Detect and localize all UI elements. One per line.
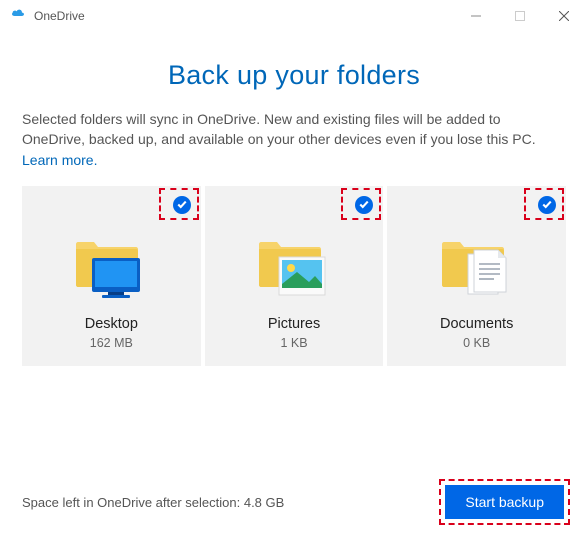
pictures-folder-icon bbox=[251, 228, 337, 302]
footer-bar: Space left in OneDrive after selection: … bbox=[0, 479, 588, 543]
onedrive-cloud-icon bbox=[10, 8, 26, 24]
folder-card-desktop[interactable]: Desktop 162 MB bbox=[22, 186, 201, 366]
desktop-folder-icon bbox=[68, 228, 154, 302]
folder-name: Desktop bbox=[85, 316, 138, 332]
checkmark-icon[interactable] bbox=[173, 196, 191, 214]
folder-name: Pictures bbox=[268, 316, 320, 332]
space-left-value: 4.8 GB bbox=[244, 495, 284, 510]
learn-more-link[interactable]: Learn more. bbox=[22, 152, 97, 168]
folder-card-pictures[interactable]: Pictures 1 KB bbox=[205, 186, 384, 366]
folder-cards: Desktop 162 MB Pictures 1 KB bbox=[22, 186, 566, 366]
description-body: Selected folders will sync in OneDrive. … bbox=[22, 111, 536, 147]
window-maximize-button[interactable] bbox=[498, 1, 542, 31]
window-title: OneDrive bbox=[34, 9, 85, 23]
start-backup-button[interactable]: Start backup bbox=[445, 485, 564, 519]
folder-size: 0 KB bbox=[463, 336, 490, 350]
space-left-label: Space left in OneDrive after selection: bbox=[22, 495, 244, 510]
space-left-text: Space left in OneDrive after selection: … bbox=[22, 495, 284, 510]
checkmark-icon[interactable] bbox=[538, 196, 556, 214]
folder-card-documents[interactable]: Documents 0 KB bbox=[387, 186, 566, 366]
folder-size: 162 MB bbox=[90, 336, 133, 350]
documents-folder-icon bbox=[434, 228, 520, 302]
window-titlebar: OneDrive bbox=[0, 0, 588, 32]
page-title: Back up your folders bbox=[22, 60, 566, 91]
folder-name: Documents bbox=[440, 316, 513, 332]
description-text: Selected folders will sync in OneDrive. … bbox=[22, 109, 566, 170]
window-close-button[interactable] bbox=[542, 1, 586, 31]
window-minimize-button[interactable] bbox=[454, 1, 498, 31]
checkmark-icon[interactable] bbox=[355, 196, 373, 214]
folder-size: 1 KB bbox=[280, 336, 307, 350]
